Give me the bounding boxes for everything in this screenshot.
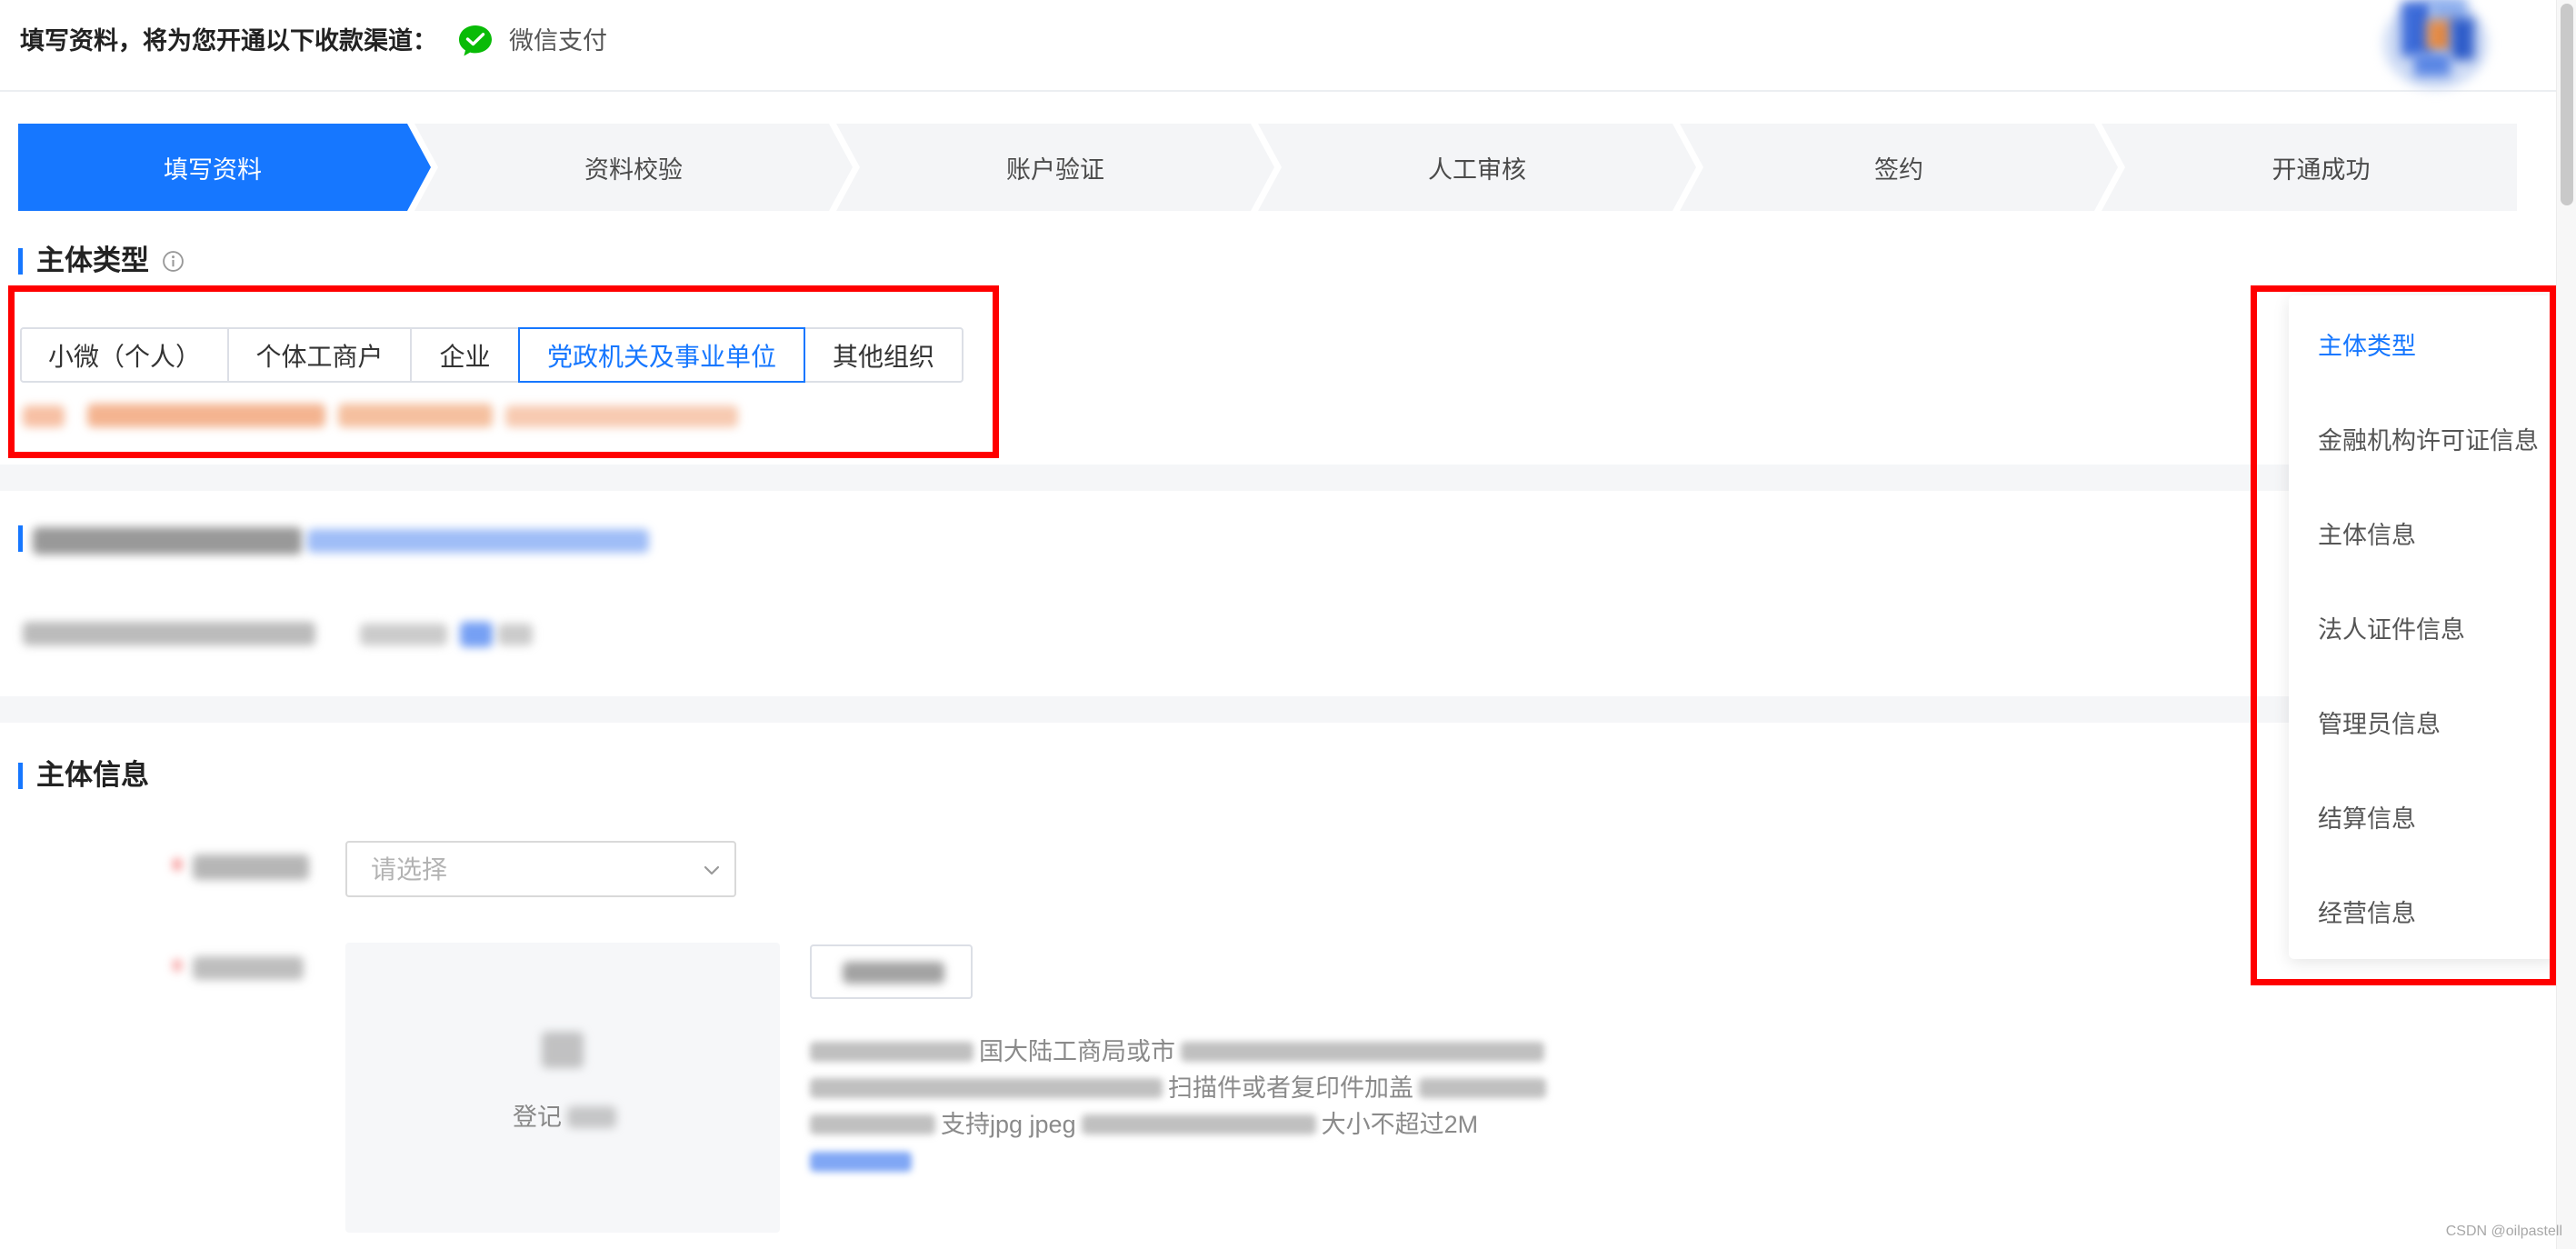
vertical-scrollbar[interactable] (2556, 0, 2576, 1249)
section-anchor-nav: 主体类型 金融机构许可证信息 主体信息 法人证件信息 管理员信息 结算信息 经营… (2289, 295, 2556, 959)
nav-item-legal-id[interactable]: 法人证件信息 (2289, 583, 2556, 677)
view-example-link[interactable] (810, 1144, 912, 1180)
step-label: 开通成功 (2271, 155, 2371, 184)
redacted-text (33, 527, 302, 555)
step-label: 签约 (1874, 155, 1923, 184)
step-verify-info: 资料校验 (414, 124, 853, 211)
step-label: 填写资料 (164, 155, 262, 184)
option-enterprise[interactable]: 企业 (410, 327, 520, 383)
select-placeholder: 请选择 (371, 855, 448, 884)
anchor-list: 主体类型 金融机构许可证信息 主体信息 法人证件信息 管理员信息 结算信息 经营… (2289, 299, 2556, 961)
avatar[interactable] (2374, 0, 2497, 95)
upload-requirements-line: 支持jpg jpeg 大小不超过2M (810, 1106, 1478, 1143)
nav-item-admin-info[interactable]: 管理员信息 (2289, 677, 2556, 772)
redacted-text (1181, 1042, 1544, 1062)
redacted-text (23, 622, 315, 645)
step-account-verify: 账户验证 (836, 124, 1274, 211)
upload-image-icon (542, 1032, 584, 1068)
required-mark (173, 858, 182, 871)
redacted-link (307, 529, 649, 553)
section-title-subject-info: 主体信息 (36, 759, 149, 791)
info-icon[interactable] (162, 250, 185, 273)
subject-type-selector: 小微（个人） 个体工商户 企业 党政机关及事业单位 其他组织 (20, 327, 964, 383)
step-label: 人工审核 (1428, 155, 1526, 184)
upload-requirements-line: 国大陆工商局或市 (810, 1034, 1544, 1070)
redacted-link[interactable] (810, 1152, 912, 1172)
step-activated: 开通成功 (2102, 124, 2517, 211)
section-title-subject-type: 主体类型 (36, 245, 149, 276)
option-other-organization[interactable]: 其他组织 (804, 327, 964, 383)
section-marker (18, 525, 23, 552)
redacted-text (505, 405, 738, 427)
requirement-text: 大小不超过2M (1321, 1111, 1479, 1138)
redacted-text (567, 1106, 616, 1128)
redacted-text (338, 404, 493, 427)
option-individual-business[interactable]: 个体工商户 (227, 327, 412, 383)
section-divider (0, 696, 2556, 723)
chevron-down-icon (704, 865, 720, 875)
subject-select[interactable]: 请选择 (345, 841, 736, 897)
requirement-text: 扫描件或者复印件加盖 (1168, 1074, 1413, 1102)
nav-item-financial-license[interactable]: 金融机构许可证信息 (2289, 394, 2556, 488)
nav-item-settlement-info[interactable]: 结算信息 (2289, 772, 2556, 866)
option-government-institution[interactable]: 党政机关及事业单位 (518, 327, 805, 383)
option-small-micro[interactable]: 小微（个人） (20, 327, 229, 383)
section-marker (18, 248, 23, 275)
channel-label: 微信支付 (509, 27, 607, 55)
upload-hint: 登记 (513, 1104, 562, 1131)
watermark: CSDN @oilpastell (2445, 1224, 2562, 1239)
step-label: 账户验证 (1006, 155, 1104, 184)
step-fill-info: 填写资料 (18, 124, 431, 211)
nav-item-business-info[interactable]: 经营信息 (2289, 866, 2556, 961)
nav-item-subject-type[interactable]: 主体类型 (2289, 299, 2556, 394)
redacted-text (87, 404, 325, 427)
redacted-text (360, 624, 447, 645)
requirement-text: 支持jpg jpeg (941, 1111, 1076, 1138)
redacted-text (1081, 1114, 1316, 1134)
upload-button[interactable] (810, 944, 973, 999)
redacted-text (810, 1078, 1163, 1098)
certificate-upload-area[interactable]: 登记 (345, 943, 780, 1233)
progress-steps: 填写资料 资料校验 账户验证 人工审核 签约 开通成功 (18, 124, 2517, 211)
step-sign: 签约 (1680, 124, 2118, 211)
section-divider (0, 465, 2556, 491)
redacted-button-label (843, 962, 944, 984)
redacted-label (193, 854, 309, 880)
wechat-pay-icon (459, 25, 492, 56)
step-label: 资料校验 (584, 155, 683, 184)
step-manual-review: 人工审核 (1258, 124, 1696, 211)
page-header: 填写资料，将为您开通以下收款渠道： 微信支付 (0, 0, 2556, 92)
redacted-icon (460, 622, 493, 647)
nav-item-subject-info[interactable]: 主体信息 (2289, 488, 2556, 583)
redacted-text (1419, 1078, 1546, 1098)
requirement-text: 国大陆工商局或市 (979, 1038, 1175, 1065)
upload-requirements-line: 扫描件或者复印件加盖 (810, 1070, 1546, 1106)
redacted-text (810, 1042, 973, 1062)
header-title: 填写资料，将为您开通以下收款渠道： (20, 27, 437, 55)
redacted-text (23, 405, 65, 427)
redacted-text (810, 1114, 935, 1134)
redacted-text (498, 624, 533, 645)
scrollbar-thumb[interactable] (2561, 4, 2573, 205)
required-mark (173, 959, 182, 972)
redacted-label (193, 956, 304, 980)
section-marker (18, 763, 23, 789)
